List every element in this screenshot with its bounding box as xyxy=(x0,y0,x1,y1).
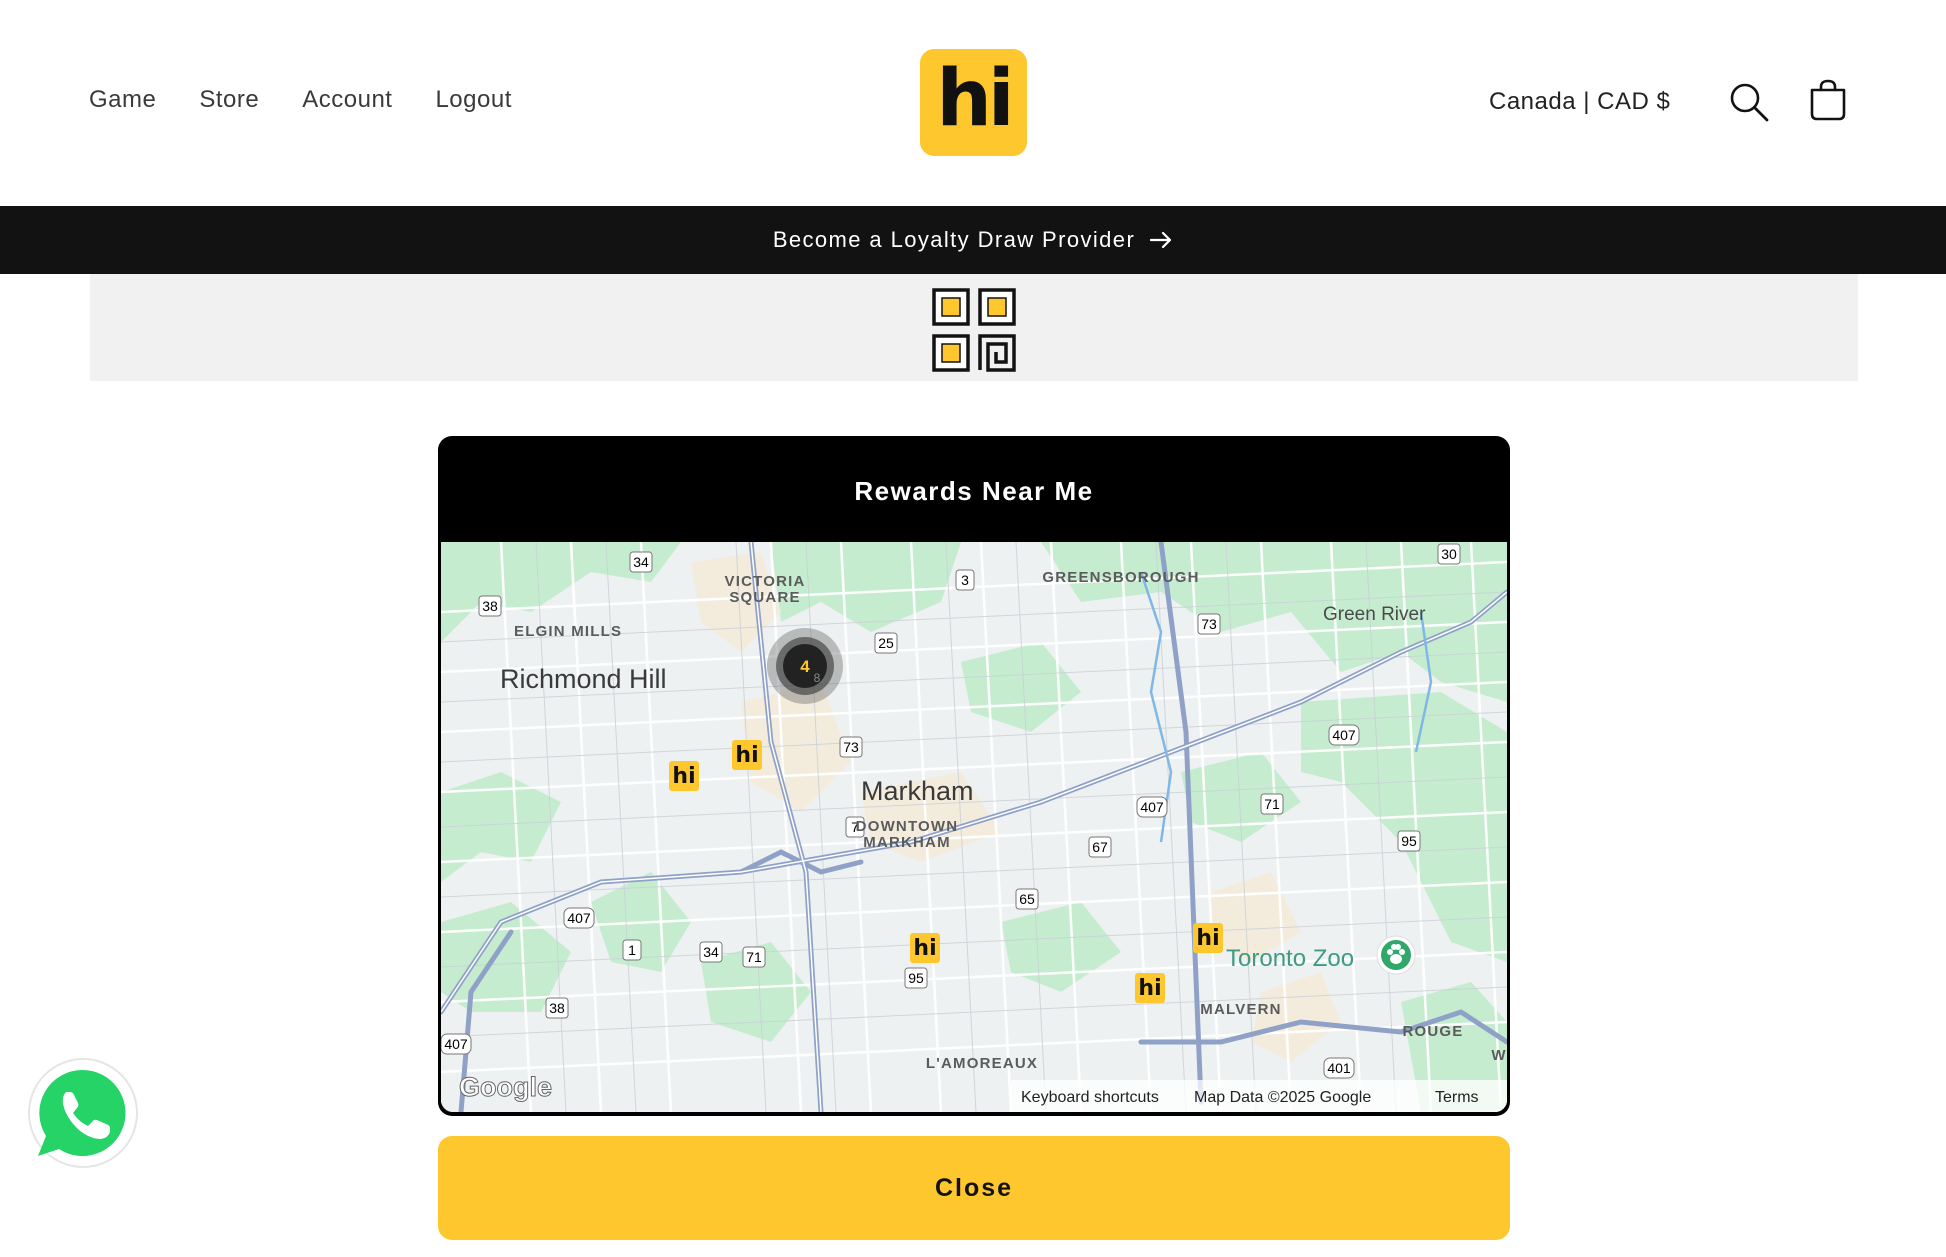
svg-text:hi: hi xyxy=(672,764,695,789)
svg-text:67: 67 xyxy=(1092,839,1108,855)
logo-text: hi xyxy=(936,53,1014,144)
terms-link[interactable]: Terms xyxy=(1435,1089,1479,1106)
hi-marker-icon[interactable]: hi xyxy=(1135,973,1165,1003)
label-w: W xyxy=(1491,1047,1506,1064)
rewards-modal: Rewards Near Me 34 38 3 30 73 25 73 407 … xyxy=(438,436,1510,1116)
hi-marker-icon[interactable]: hi xyxy=(669,761,699,791)
svg-text:407: 407 xyxy=(1332,727,1356,743)
hi-marker-icon[interactable]: hi xyxy=(910,933,940,963)
search-icon[interactable] xyxy=(1727,80,1771,124)
nav-account[interactable]: Account xyxy=(302,86,392,114)
svg-text:38: 38 xyxy=(549,1000,565,1016)
svg-text:65: 65 xyxy=(1019,891,1035,907)
announcement-bar: Become a Loyalty Draw Provider xyxy=(0,206,1946,274)
main-nav: Game Store Account Logout xyxy=(89,86,555,114)
hi-marker-icon[interactable]: hi xyxy=(1193,923,1223,953)
whatsapp-icon[interactable] xyxy=(26,1056,140,1170)
label-markham: Markham xyxy=(861,776,974,806)
svg-text:hi: hi xyxy=(1196,926,1219,951)
label-victoria: VICTORIA xyxy=(725,573,806,590)
label-greensborough: GREENSBOROUGH xyxy=(1042,569,1199,586)
svg-text:95: 95 xyxy=(1401,833,1417,849)
svg-text:71: 71 xyxy=(1264,796,1280,812)
label-lamoureaux: L'AMOREAUX xyxy=(926,1055,1038,1072)
label-malvern: MALVERN xyxy=(1200,1001,1281,1018)
svg-text:407: 407 xyxy=(444,1036,468,1052)
svg-text:1: 1 xyxy=(628,942,636,958)
cluster-count: 4 xyxy=(800,657,810,676)
svg-text:hi: hi xyxy=(735,743,758,768)
zoo-pin-icon[interactable] xyxy=(1376,935,1416,975)
svg-text:25: 25 xyxy=(878,635,894,651)
label-toronto-zoo: Toronto Zoo xyxy=(1226,945,1354,972)
svg-text:34: 34 xyxy=(633,554,649,570)
close-button[interactable]: Close xyxy=(438,1136,1510,1240)
qr-code-icon[interactable] xyxy=(932,288,1016,372)
cluster-marker[interactable]: 4 8 xyxy=(767,628,843,704)
svg-text:71: 71 xyxy=(746,949,762,965)
svg-text:95: 95 xyxy=(908,970,924,986)
rewards-map[interactable]: 34 38 3 30 73 25 73 407 7 407 71 67 95 6… xyxy=(441,542,1507,1112)
hi-marker-icon[interactable]: hi xyxy=(732,740,762,770)
svg-text:34: 34 xyxy=(703,944,719,960)
svg-text:73: 73 xyxy=(1201,616,1217,632)
nav-logout[interactable]: Logout xyxy=(435,86,511,114)
svg-text:38: 38 xyxy=(482,598,498,614)
label-elgin-mills: ELGIN MILLS xyxy=(514,623,622,640)
svg-text:407: 407 xyxy=(567,910,591,926)
announcement-text: Become a Loyalty Draw Provider xyxy=(772,227,1136,252)
arrow-right-icon xyxy=(1150,231,1172,249)
label-richmond-hill: Richmond Hill xyxy=(500,664,667,694)
label-square: SQUARE xyxy=(729,589,800,606)
cart-icon[interactable] xyxy=(1806,78,1850,122)
label-downtown: DOWNTOWN xyxy=(856,818,959,835)
nav-game[interactable]: Game xyxy=(89,86,156,114)
loyalty-provider-link[interactable]: Become a Loyalty Draw Provider xyxy=(773,227,1173,253)
label-green-river: Green River xyxy=(1323,604,1426,625)
map-canvas[interactable]: 34 38 3 30 73 25 73 407 7 407 71 67 95 6… xyxy=(441,542,1507,1112)
keyboard-shortcuts-link[interactable]: Keyboard shortcuts xyxy=(1021,1089,1159,1106)
svg-text:407: 407 xyxy=(1140,799,1164,815)
site-header: Game Store Account Logout hi Canada | CA… xyxy=(0,0,1946,206)
modal-title: Rewards Near Me xyxy=(854,476,1094,506)
label-rouge: ROUGE xyxy=(1402,1023,1463,1040)
nav-store[interactable]: Store xyxy=(199,86,259,114)
svg-text:401: 401 xyxy=(1327,1060,1351,1076)
country-currency-selector[interactable]: Canada | CAD $ xyxy=(1489,88,1670,116)
cluster-sub: 8 xyxy=(814,671,821,685)
svg-text:30: 30 xyxy=(1441,546,1457,562)
svg-text:hi: hi xyxy=(1138,976,1161,1001)
label-downtown-markham: MARKHAM xyxy=(863,834,951,851)
google-logo: Google xyxy=(459,1072,552,1102)
hi-logo[interactable]: hi xyxy=(920,49,1027,156)
svg-text:73: 73 xyxy=(843,739,859,755)
map-data-text: Map Data ©2025 Google xyxy=(1194,1089,1371,1106)
svg-text:hi: hi xyxy=(913,936,936,961)
svg-text:3: 3 xyxy=(961,572,969,588)
